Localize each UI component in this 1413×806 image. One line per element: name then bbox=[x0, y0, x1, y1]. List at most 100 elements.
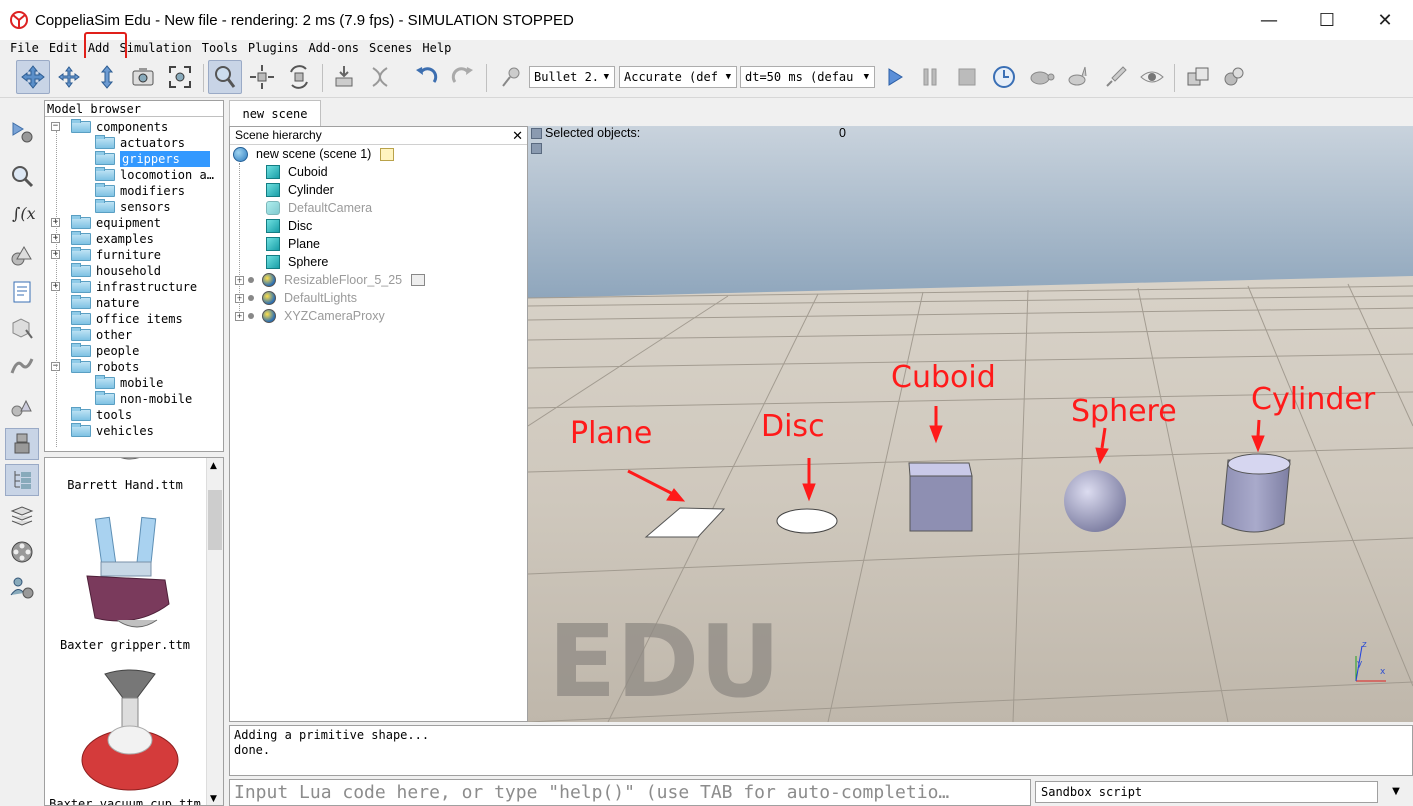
calculation-module-button[interactable]: ∫(x) bbox=[5, 197, 39, 229]
tree-item-office-items[interactable]: office items bbox=[71, 311, 183, 327]
menu-tools[interactable]: Tools bbox=[197, 40, 243, 57]
scroll-down-icon[interactable]: ▼ bbox=[210, 794, 217, 804]
dynamics-toggle-button[interactable] bbox=[494, 60, 528, 94]
lua-command-input[interactable]: Input Lua code here, or type "help()" (u… bbox=[229, 779, 1031, 806]
scene-object-resizablefloor-5-25[interactable]: + ResizableFloor_5_25 bbox=[235, 271, 426, 289]
scene-object-sphere[interactable]: Sphere bbox=[266, 253, 328, 271]
menu-scenes[interactable]: Scenes bbox=[364, 40, 417, 57]
tree-item-actuators[interactable]: actuators bbox=[95, 135, 185, 151]
tree-item-examples[interactable]: + examples bbox=[51, 231, 154, 247]
camera-rotate-button[interactable] bbox=[52, 60, 86, 94]
slow-down-button[interactable] bbox=[1024, 60, 1058, 94]
transfer-dna-button[interactable] bbox=[363, 60, 397, 94]
click-selection-button[interactable] bbox=[208, 60, 242, 94]
scripts-button[interactable] bbox=[5, 276, 39, 308]
scene-selector-button[interactable] bbox=[1181, 60, 1215, 94]
cylinder-object[interactable] bbox=[1221, 453, 1291, 533]
page-selector-button[interactable] bbox=[1217, 60, 1251, 94]
simulation-settings-button[interactable] bbox=[5, 116, 39, 148]
scene-object-defaultcamera[interactable]: DefaultCamera bbox=[266, 199, 372, 217]
camera-shift-button[interactable] bbox=[90, 60, 124, 94]
viewport-expand-icon[interactable] bbox=[531, 143, 542, 154]
user-settings-button[interactable] bbox=[5, 572, 39, 604]
camera-angle-button[interactable] bbox=[126, 60, 160, 94]
scene-hierarchy-toggle-button[interactable] bbox=[5, 464, 39, 496]
tree-item-non-mobile[interactable]: non-mobile bbox=[95, 391, 192, 407]
collections-button[interactable] bbox=[5, 240, 39, 272]
tree-item-vehicles[interactable]: vehicles bbox=[71, 423, 154, 439]
scene-object-plane[interactable]: Plane bbox=[266, 235, 320, 253]
tree-item-sensors[interactable]: sensors bbox=[95, 199, 171, 215]
close-button[interactable]: ✕ bbox=[1356, 0, 1413, 40]
model-browser-toggle-button[interactable] bbox=[5, 428, 39, 460]
scene-object-disc[interactable]: Disc bbox=[266, 217, 312, 235]
path-edit-button[interactable] bbox=[5, 350, 39, 382]
script-selector[interactable]: Sandbox script bbox=[1035, 781, 1378, 803]
physics-engine-select[interactable]: Bullet 2. ▼ bbox=[529, 66, 615, 88]
tree-item-nature[interactable]: nature bbox=[71, 295, 139, 311]
object-shift-button[interactable] bbox=[245, 60, 279, 94]
scrollbar-thumb[interactable] bbox=[208, 490, 222, 550]
scene-root-item[interactable]: new scene (scene 1) bbox=[233, 145, 395, 163]
video-recorder-button[interactable] bbox=[5, 536, 39, 568]
menu-plugins[interactable]: Plugins bbox=[243, 40, 304, 57]
cuboid-object[interactable] bbox=[908, 462, 973, 532]
menu-file[interactable]: File bbox=[5, 40, 44, 57]
stop-simulation-button[interactable] bbox=[950, 60, 984, 94]
start-simulation-button[interactable] bbox=[877, 60, 911, 94]
collapse-icon[interactable]: − bbox=[51, 122, 60, 131]
tab-new-scene[interactable]: new scene bbox=[229, 100, 321, 127]
tree-item-equipment[interactable]: + equipment bbox=[51, 215, 161, 231]
thumbnails-scrollbar[interactable]: ▲ ▼ bbox=[206, 458, 223, 805]
barrett-hand-thumbnail[interactable] bbox=[105, 457, 155, 466]
chevron-down-icon[interactable]: ▼ bbox=[1384, 781, 1408, 803]
accuracy-select[interactable]: Accurate (def ▼ bbox=[619, 66, 737, 88]
menu-help[interactable]: Help bbox=[417, 40, 456, 57]
undo-button[interactable] bbox=[409, 60, 443, 94]
disc-object[interactable] bbox=[776, 508, 838, 534]
thumbnail-label[interactable]: Baxter gripper.ttm bbox=[45, 638, 205, 652]
minimize-button[interactable]: — bbox=[1240, 0, 1298, 40]
thumbnail-label[interactable]: Baxter vacuum cup.ttm bbox=[45, 797, 205, 805]
script-icon[interactable] bbox=[411, 274, 426, 286]
assemble-button[interactable] bbox=[327, 60, 361, 94]
real-time-button[interactable] bbox=[987, 60, 1021, 94]
visualization-toggle-button[interactable] bbox=[1135, 60, 1169, 94]
scroll-up-icon[interactable]: ▲ bbox=[210, 461, 217, 471]
menu-edit[interactable]: Edit bbox=[44, 40, 83, 57]
tree-item-furniture[interactable]: + furniture bbox=[51, 247, 161, 263]
tree-item-components[interactable]: − components bbox=[51, 119, 168, 135]
script-icon[interactable] bbox=[380, 147, 395, 161]
tree-item-modifiers[interactable]: modifiers bbox=[95, 183, 185, 199]
viewport-collapse-icon[interactable] bbox=[531, 128, 542, 139]
scene-render[interactable]: EDU z y x bbox=[528, 126, 1413, 722]
pause-simulation-button[interactable] bbox=[913, 60, 947, 94]
tree-item-grippers[interactable]: grippers bbox=[95, 151, 210, 167]
tree-item-other[interactable]: other bbox=[71, 327, 132, 343]
tree-item-mobile[interactable]: mobile bbox=[95, 375, 163, 391]
baxter-gripper-thumbnail[interactable] bbox=[77, 508, 177, 638]
tree-item-household[interactable]: household bbox=[71, 263, 161, 279]
redo-button[interactable] bbox=[446, 60, 480, 94]
object-rotate-button[interactable] bbox=[282, 60, 316, 94]
close-icon[interactable]: ✕ bbox=[512, 127, 523, 144]
tree-item-robots[interactable]: − robots bbox=[51, 359, 139, 375]
scene-object-xyzcameraproxy[interactable]: + XYZCameraProxy bbox=[235, 307, 385, 325]
tree-item-people[interactable]: people bbox=[71, 343, 139, 359]
thumbnail-label[interactable]: Barrett Hand.ttm bbox=[45, 478, 205, 492]
scene-object-cuboid[interactable]: Cuboid bbox=[266, 163, 328, 181]
fit-to-view-button[interactable] bbox=[163, 60, 197, 94]
layers-button[interactable] bbox=[5, 500, 39, 532]
shape-edit-button[interactable] bbox=[5, 312, 39, 344]
tree-item-tools[interactable]: tools bbox=[71, 407, 132, 423]
scene-object-cylinder[interactable]: Cylinder bbox=[266, 181, 334, 199]
scene-object-properties-button[interactable] bbox=[5, 160, 39, 192]
selection-button[interactable] bbox=[5, 392, 39, 424]
speed-up-button[interactable] bbox=[1061, 60, 1095, 94]
scene-object-defaultlights[interactable]: + DefaultLights bbox=[235, 289, 357, 307]
maximize-button[interactable]: ☐ bbox=[1298, 0, 1356, 40]
threaded-rendering-button[interactable] bbox=[1099, 60, 1133, 94]
camera-pan-button[interactable] bbox=[16, 60, 50, 94]
scene-viewport[interactable]: EDU z y x Selected objects: 0 Plane Disc… bbox=[528, 126, 1413, 722]
baxter-vacuum-cup-thumbnail[interactable] bbox=[75, 668, 185, 793]
